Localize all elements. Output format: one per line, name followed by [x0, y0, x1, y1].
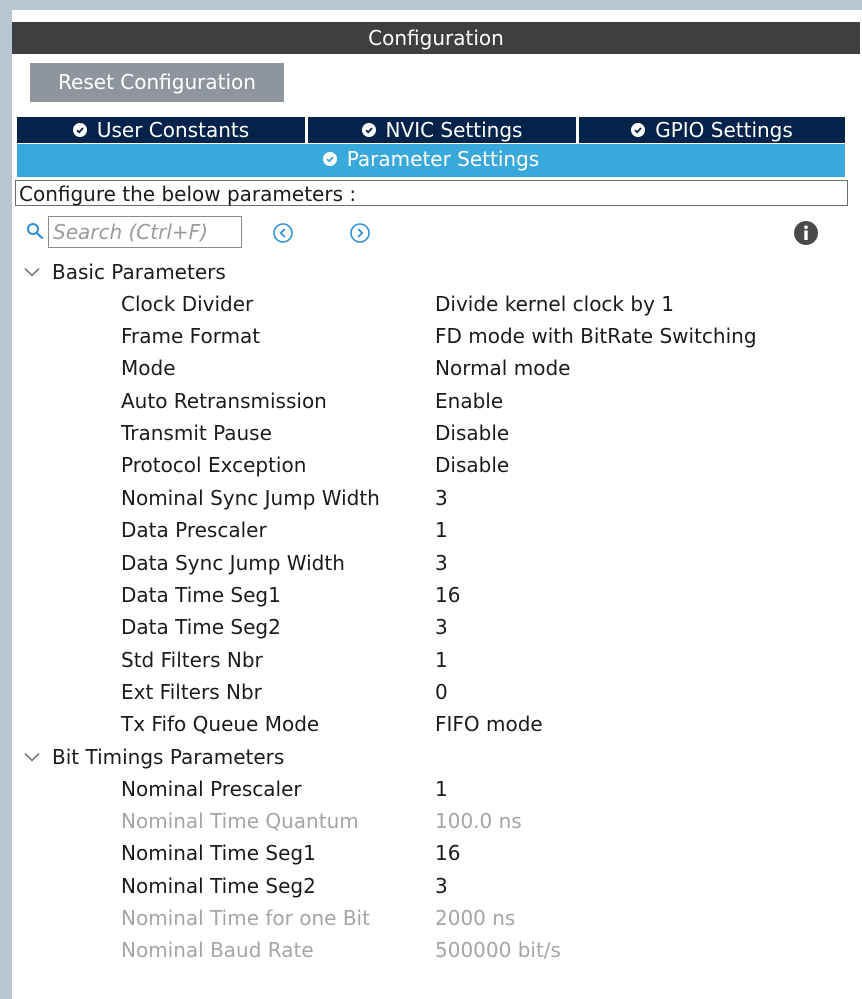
param-row-std-filters-nbr[interactable]: Std Filters Nbr 1 [12, 644, 860, 676]
param-name: Nominal Time Seg2 [121, 874, 316, 898]
section-header-bit-timings-parameters[interactable]: Bit Timings Parameters [24, 741, 284, 773]
param-name: Ext Filters Nbr [121, 680, 262, 704]
check-circle-icon [322, 152, 337, 166]
section-header-basic-parameters[interactable]: Basic Parameters [24, 256, 226, 288]
param-value[interactable]: Disable [435, 417, 509, 449]
param-value[interactable]: Enable [435, 385, 503, 417]
param-name: Nominal Baud Rate [121, 938, 314, 962]
param-row-frame-format[interactable]: Frame Format FD mode with BitRate Switch… [12, 320, 860, 352]
param-name: Tx Fifo Queue Mode [121, 712, 320, 736]
previous-match-icon[interactable] [272, 222, 294, 244]
panel-title: Configuration [12, 22, 860, 54]
tab-label: User Constants [96, 118, 250, 142]
info-icon[interactable] [794, 221, 818, 245]
param-name: Data Time Seg2 [121, 615, 281, 639]
param-name: Protocol Exception [121, 453, 307, 477]
active-tab-underline [17, 174, 845, 177]
param-row-clock-divider[interactable]: Clock Divider Divide kernel clock by 1 [12, 288, 860, 320]
next-match-icon[interactable] [349, 222, 371, 244]
chevron-down-icon [24, 267, 40, 277]
tab-parameter-settings[interactable]: Parameter Settings [17, 144, 845, 174]
tab-label: Parameter Settings [346, 147, 540, 171]
param-value[interactable]: Disable [435, 449, 509, 481]
tab-nvic-settings[interactable]: NVIC Settings [308, 117, 576, 143]
param-row-data-time-seg2[interactable]: Data Time Seg2 3 [12, 611, 860, 643]
param-value: 2000 ns [435, 906, 516, 930]
param-name: Transmit Pause [121, 421, 272, 445]
param-row-data-time-seg1[interactable]: Data Time Seg1 16 [12, 579, 860, 611]
configure-instructions: Configure the below parameters : [15, 180, 848, 206]
param-name: Mode [121, 356, 176, 380]
param-row-mode[interactable]: Mode Normal mode [12, 352, 860, 384]
param-name: Nominal Sync Jump Width [121, 486, 380, 510]
param-row-transmit-pause[interactable]: Transmit Pause Disable [12, 417, 860, 449]
param-row-nominal-time-seg1[interactable]: Nominal Time Seg1 16 [12, 837, 860, 869]
check-circle-icon [361, 123, 376, 137]
param-name: Std Filters Nbr [121, 648, 263, 672]
param-name: Nominal Time Seg1 [121, 841, 316, 865]
tab-gpio-settings[interactable]: GPIO Settings [579, 117, 845, 143]
param-name: Nominal Time for one Bit [121, 906, 370, 930]
param-value[interactable]: 3 [435, 611, 448, 643]
param-row-nominal-baud-rate: Nominal Baud Rate 500000 bit/s [12, 934, 860, 966]
param-name: Data Prescaler [121, 518, 267, 542]
param-value[interactable]: 3 [435, 482, 448, 514]
tab-label: NVIC Settings [385, 118, 523, 142]
param-row-nominal-time-quantum: Nominal Time Quantum 100.0 ns [12, 805, 860, 837]
check-circle-icon [72, 123, 87, 137]
param-name: Nominal Time Quantum [121, 809, 359, 833]
configuration-panel: Configuration Reset Configuration User C… [12, 10, 862, 999]
param-row-nominal-time-for-one-bit: Nominal Time for one Bit 2000 ns [12, 902, 860, 934]
param-name: Auto Retransmission [121, 389, 327, 413]
param-value[interactable]: 0 [435, 676, 448, 708]
param-value[interactable]: Divide kernel clock by 1 [435, 288, 674, 320]
param-name: Nominal Prescaler [121, 777, 302, 801]
param-value[interactable]: 3 [435, 870, 448, 902]
chevron-down-icon [24, 752, 40, 762]
param-name: Data Time Seg1 [121, 583, 281, 607]
param-row-auto-retransmission[interactable]: Auto Retransmission Enable [12, 385, 860, 417]
tab-label: GPIO Settings [655, 118, 793, 142]
param-value[interactable]: 1 [435, 514, 448, 546]
param-row-ext-filters-nbr[interactable]: Ext Filters Nbr 0 [12, 676, 860, 708]
section-title: Basic Parameters [52, 260, 226, 284]
param-row-nominal-prescaler[interactable]: Nominal Prescaler 1 [12, 773, 860, 805]
param-value: 100.0 ns [435, 809, 522, 833]
param-name: Data Sync Jump Width [121, 551, 345, 575]
param-row-data-sync-jump-width[interactable]: Data Sync Jump Width 3 [12, 547, 860, 579]
param-value[interactable]: 1 [435, 773, 448, 805]
param-row-nominal-time-seg2[interactable]: Nominal Time Seg2 3 [12, 870, 860, 902]
search-input[interactable] [48, 216, 242, 248]
param-value[interactable]: FD mode with BitRate Switching [435, 320, 757, 352]
param-name: Frame Format [121, 324, 261, 348]
reset-configuration-button[interactable]: Reset Configuration [30, 63, 284, 102]
param-value[interactable]: 16 [435, 579, 460, 611]
param-value[interactable]: 1 [435, 644, 448, 676]
search-icon [27, 223, 44, 240]
param-row-tx-fifo-queue-mode[interactable]: Tx Fifo Queue Mode FIFO mode [12, 708, 860, 740]
section-title: Bit Timings Parameters [52, 745, 285, 769]
param-value: 500000 bit/s [435, 938, 561, 962]
tab-user-constants[interactable]: User Constants [17, 117, 305, 143]
param-value[interactable]: Normal mode [435, 352, 570, 384]
param-value[interactable]: 16 [435, 837, 460, 869]
param-name: Clock Divider [121, 292, 254, 316]
check-circle-icon [631, 123, 646, 137]
param-row-nominal-sync-jump-width[interactable]: Nominal Sync Jump Width 3 [12, 482, 860, 514]
param-row-data-prescaler[interactable]: Data Prescaler 1 [12, 514, 860, 546]
param-value[interactable]: FIFO mode [435, 708, 543, 740]
param-value[interactable]: 3 [435, 547, 448, 579]
param-row-protocol-exception[interactable]: Protocol Exception Disable [12, 449, 860, 481]
